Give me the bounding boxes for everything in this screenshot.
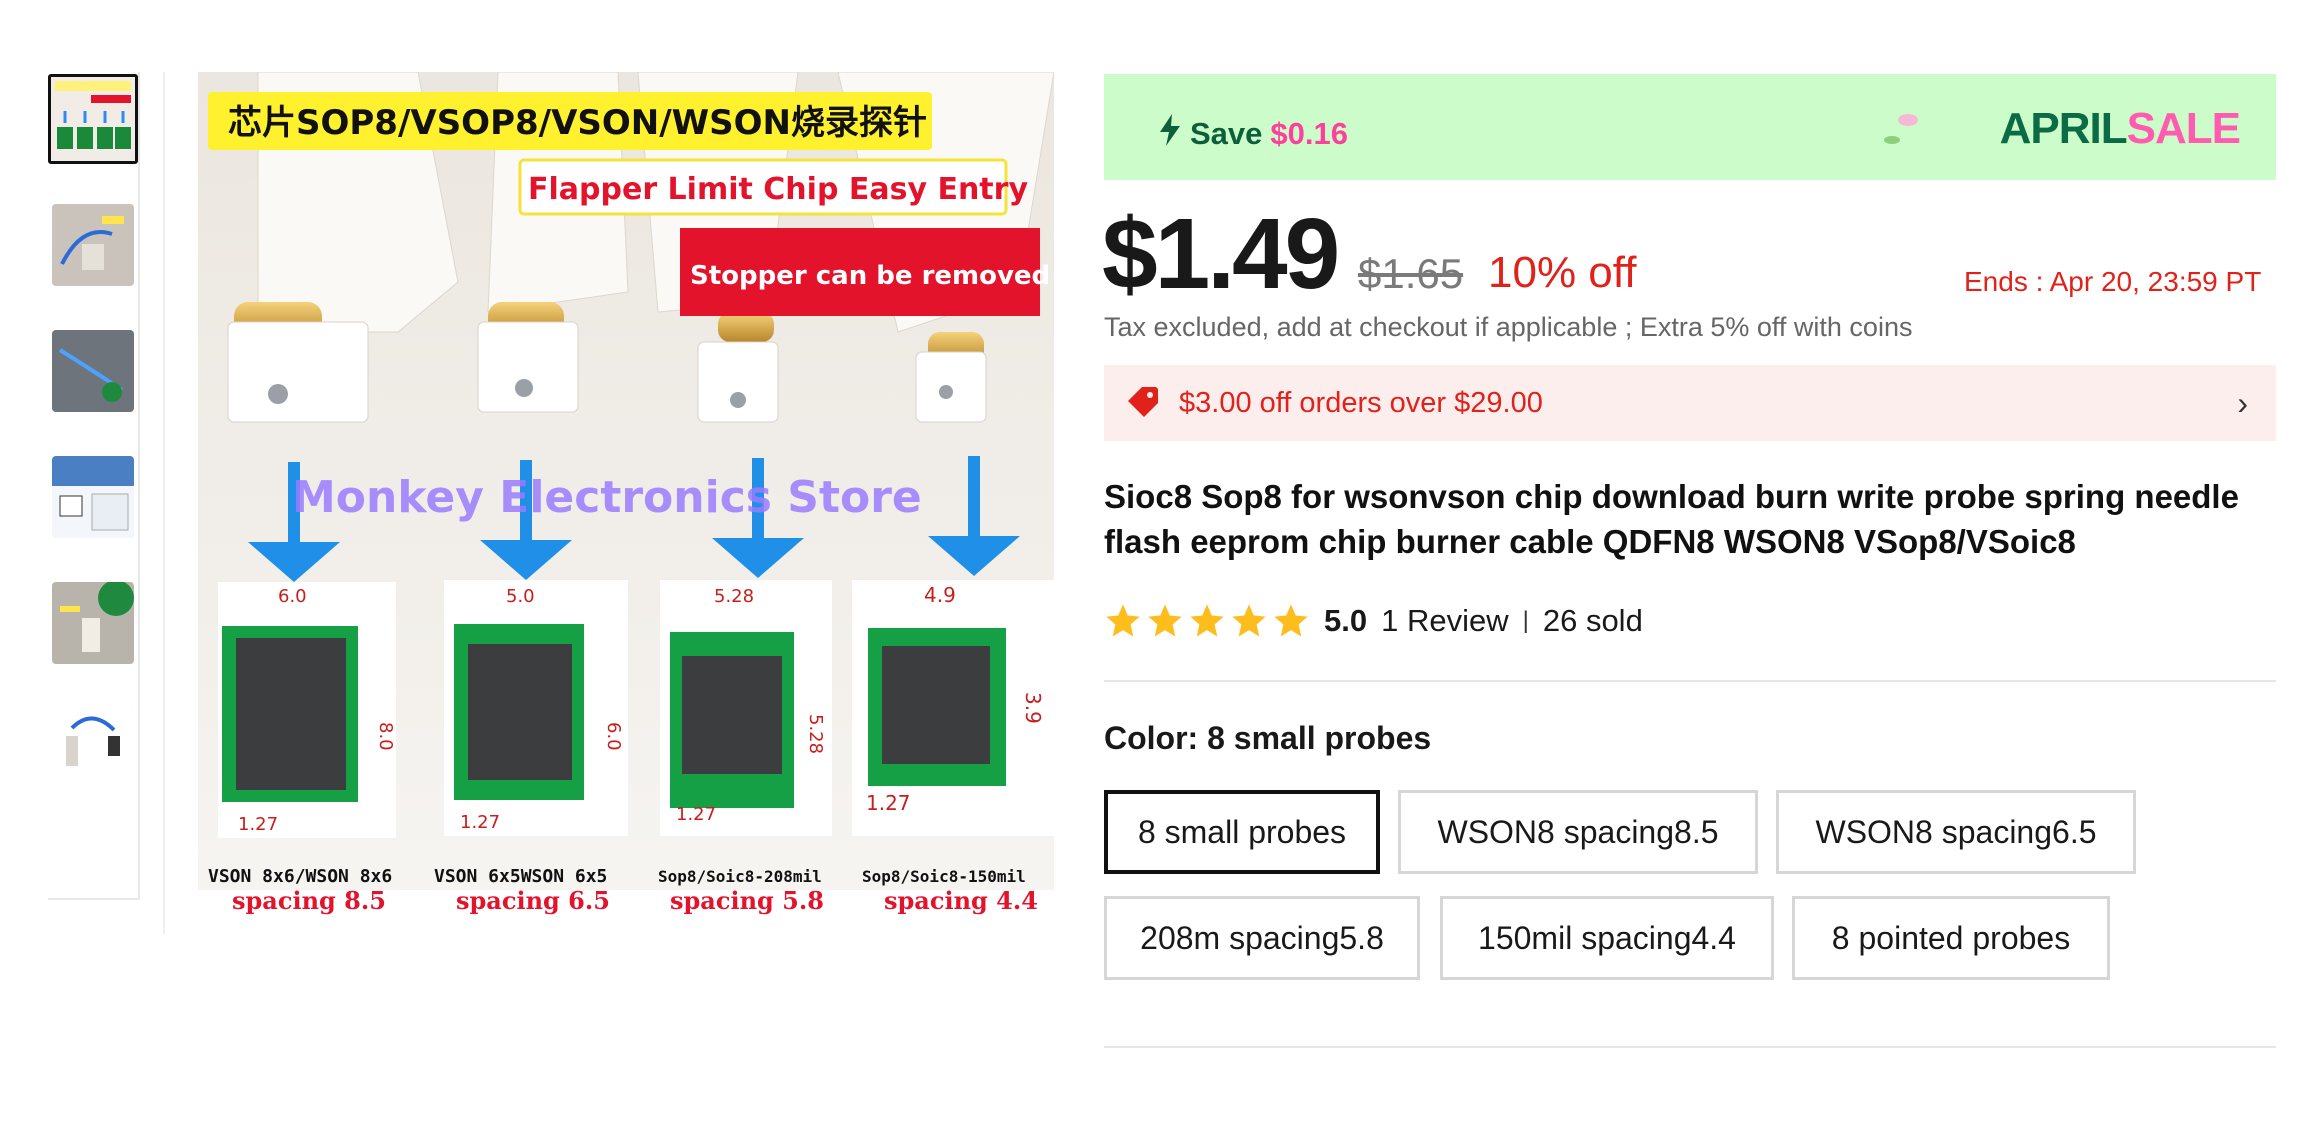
tag-stopper: Stopper can be removed (690, 261, 1050, 291)
sold-count: 26 sold (1542, 603, 1643, 638)
watermark-text: Monkey Electronics Store (292, 472, 922, 523)
star-icon (1148, 604, 1182, 637)
svg-text:5.0: 5.0 (506, 586, 535, 607)
save-badge: Save $0.16 (1158, 114, 1348, 154)
color-option-150mil-spacing4-4[interactable]: 150mil spacing4.4 (1440, 896, 1774, 980)
svg-text:1.27: 1.27 (460, 812, 500, 833)
petal-icon (1882, 108, 1922, 153)
review-count[interactable]: 1 Review (1381, 603, 1509, 639)
chip-diagram-1: 6.0 8.0 1.27 (218, 582, 396, 838)
thumbnail-5[interactable] (52, 582, 134, 664)
thumbnail-6[interactable] (52, 708, 134, 790)
svg-text:5.28: 5.28 (714, 586, 754, 607)
main-product-image[interactable]: 芯片SOP8/VSOP8/VSON/WSON烧录探针 Flapper Limit… (198, 72, 1054, 890)
color-option-208m-spacing5-8[interactable]: 208m spacing5.8 (1104, 896, 1420, 980)
rating-score: 5.0 (1324, 603, 1368, 638)
svg-text:6.0: 6.0 (603, 722, 624, 751)
svg-text:1.27: 1.27 (676, 804, 716, 825)
thumbnail-1[interactable] (48, 74, 138, 164)
headline-text: 芯片SOP8/VSOP8/VSON/WSON烧录探针 (228, 103, 927, 143)
divider (1104, 1046, 2276, 1048)
color-selected-value: 8 small probes (1207, 720, 1432, 756)
chip-label-4: Sop8/Soic8-150mil (862, 867, 1026, 886)
sale-ends: Ends : Apr 20, 23:59 PT (1964, 266, 2262, 297)
star-rating (1104, 602, 1310, 640)
gallery-divider (163, 72, 165, 934)
svg-text:5.28: 5.28 (805, 714, 826, 754)
thumbnail-2[interactable] (52, 204, 134, 286)
chip-diagram-4: 4.9 3.9 1.27 (852, 580, 1054, 836)
rating-row: 5.0 1 Review | 26 sold (1104, 600, 1643, 642)
coupon-text: $3.00 off orders over $29.00 (1179, 387, 1543, 419)
thumbnail-strip (48, 72, 140, 900)
april-sale-logo: APRILSALE (1999, 104, 2241, 153)
chip-label-2: VSON 6x5WSON 6x5 (434, 866, 607, 887)
color-option-8-small-probes[interactable]: 8 small probes (1104, 790, 1380, 874)
chip-label-1: VSON 8x6/WSON 8x6 (208, 866, 392, 887)
rating-separator: | (1522, 607, 1529, 634)
svg-text:6.0: 6.0 (278, 586, 307, 607)
tag-icon (1126, 385, 1160, 424)
spacing-caption-1: spacing 8.5 (232, 886, 386, 915)
color-option-8-pointed-probes[interactable]: 8 pointed probes (1792, 896, 2110, 980)
chip-label-3: Sop8/Soic8-208mil (658, 867, 822, 886)
save-amount: $0.16 (1270, 116, 1348, 151)
svg-text:8.0: 8.0 (375, 722, 396, 751)
divider (1104, 680, 2276, 682)
current-price: $1.49 (1102, 198, 1340, 310)
svg-text:3.9: 3.9 (1021, 692, 1045, 724)
chevron-right-icon[interactable]: › (2237, 385, 2248, 422)
product-title: Sioc8 Sop8 for wsonvson chip download bu… (1104, 478, 2239, 560)
spacing-caption-3: spacing 5.8 (670, 886, 824, 915)
tag-flapper: Flapper Limit Chip Easy Entry (528, 172, 1028, 207)
svg-text:4.9: 4.9 (924, 583, 956, 607)
sale-banner: Save $0.16 APRILSALE (1104, 74, 2276, 180)
star-icon (1232, 604, 1266, 637)
color-label: Color: 8 small probes (1104, 720, 1432, 756)
thumbnail-3[interactable] (52, 330, 134, 412)
star-icon (1106, 604, 1140, 637)
color-option-wson8-spacing8-5[interactable]: WSON8 spacing8.5 (1398, 790, 1758, 874)
svg-text:1.27: 1.27 (866, 791, 911, 815)
chip-diagram-3: 5.28 5.28 1.27 (660, 580, 832, 836)
tax-note: Tax excluded, add at checkout if applica… (1104, 312, 1913, 342)
coupon-bar[interactable]: $3.00 off orders over $29.00 › (1104, 365, 2276, 441)
star-icon (1190, 604, 1224, 637)
spacing-caption-4: spacing 4.4 (884, 886, 1038, 915)
original-price: $1.65 (1358, 250, 1464, 297)
spacing-caption-2: spacing 6.5 (456, 886, 610, 915)
lightning-icon (1158, 114, 1182, 154)
discount-percent: 10% off (1488, 248, 1637, 297)
chip-diagram-2: 5.0 6.0 1.27 (444, 580, 628, 836)
thumbnail-4[interactable] (52, 456, 134, 538)
star-icon (1274, 604, 1308, 637)
save-label: Save (1190, 116, 1263, 151)
svg-text:1.27: 1.27 (238, 814, 278, 835)
color-option-wson8-spacing6-5[interactable]: WSON8 spacing6.5 (1776, 790, 2136, 874)
